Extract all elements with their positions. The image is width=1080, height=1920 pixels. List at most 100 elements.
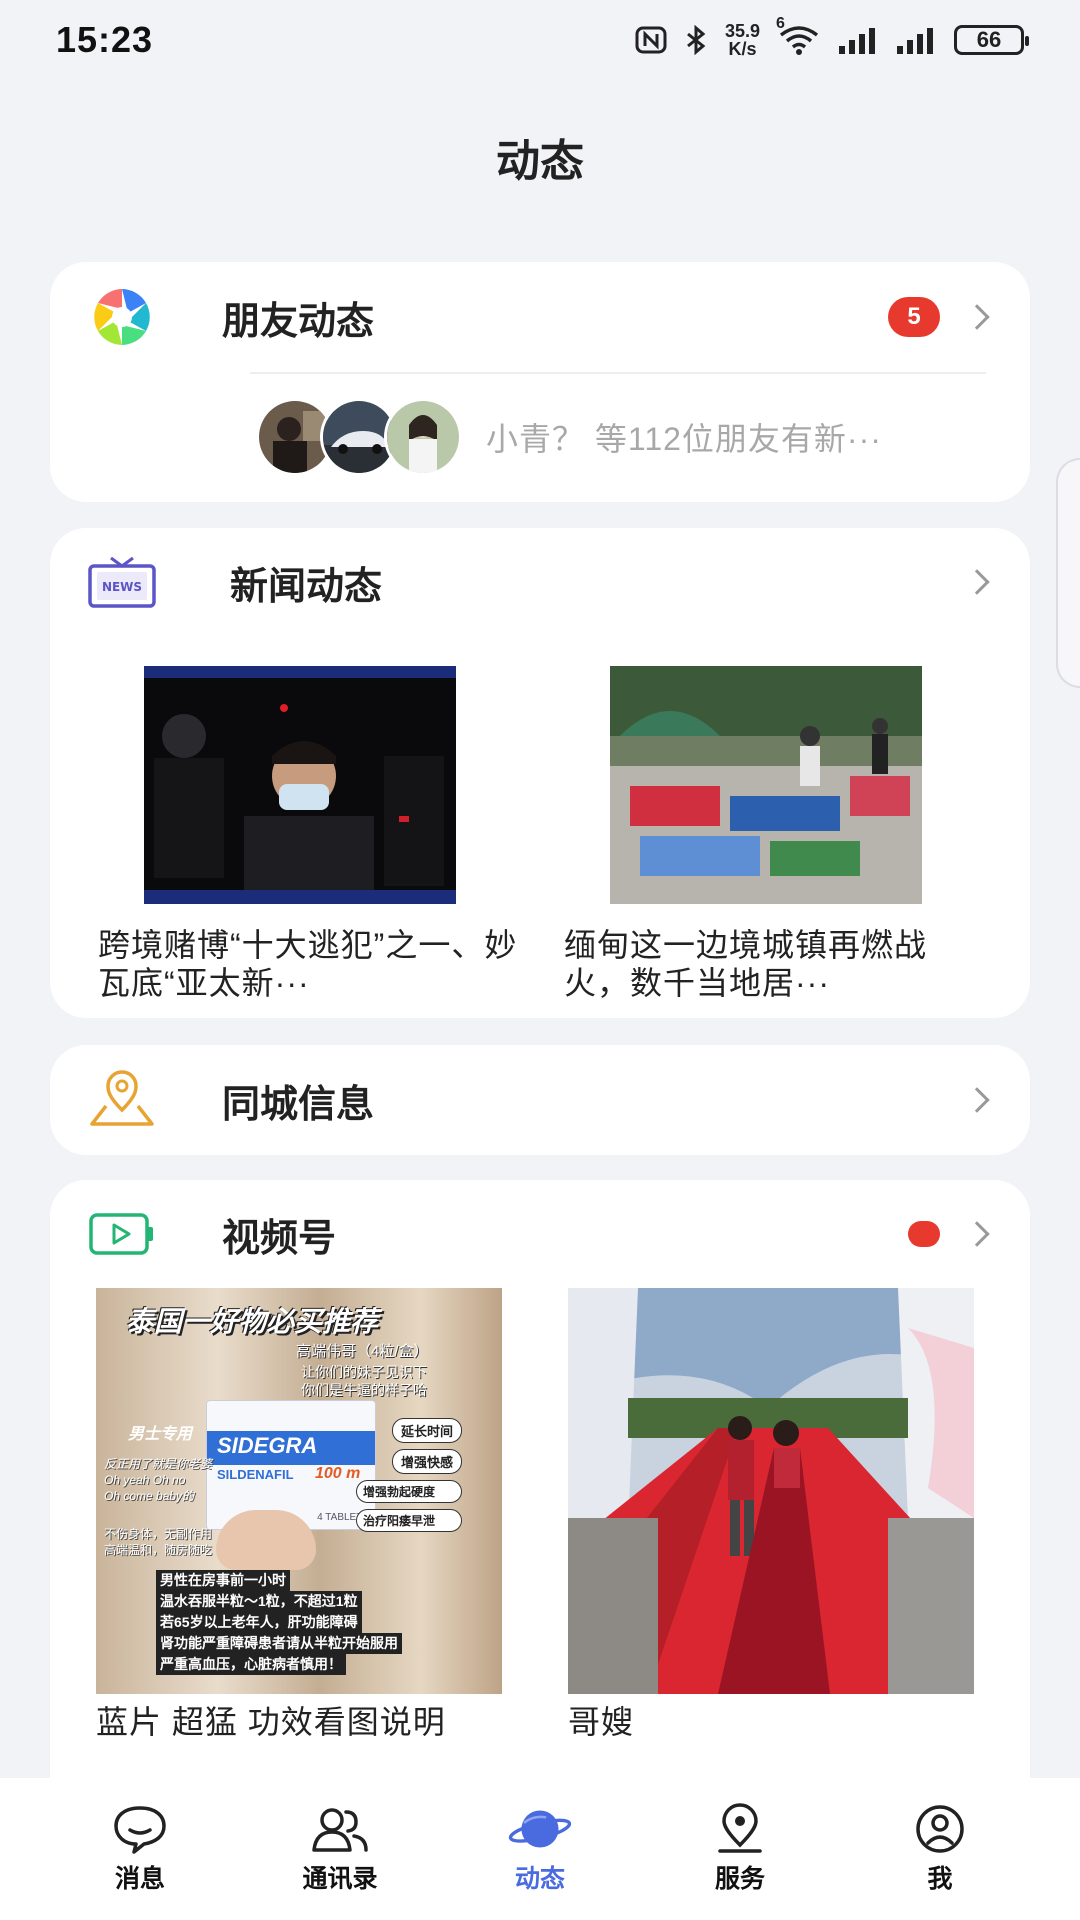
status-time: 15:23 <box>56 19 154 60</box>
tab-label: 消息 <box>114 1865 165 1893</box>
nfc-icon <box>635 26 667 54</box>
chevron-right-icon <box>964 304 990 330</box>
local-info-right <box>964 1087 994 1113</box>
chevron-right-icon <box>964 1087 990 1113</box>
news-title: 跨境赌博“十大逃犯”之一、妙瓦底“亚太新··· <box>98 927 518 1001</box>
instruction-line: 若65岁以上老年人，肝功能障碍 <box>156 1612 362 1633</box>
tab-label: 服务 <box>714 1865 765 1893</box>
video-thumbnail[interactable] <box>568 1288 974 1694</box>
instruction-line: 男性在房事前一小时 <box>156 1570 290 1591</box>
video-thumbnail[interactable]: 泰国一好物必买推荐 高端伟哥（4粒/盒） 让你们的妹子见识下 你们是牛逼的样子哈… <box>96 1288 502 1694</box>
tab-moments[interactable]: 动态 <box>460 1803 620 1895</box>
avatar <box>384 398 462 476</box>
news-title: 缅甸这一边境城镇再燃战火，数千当地居··· <box>564 927 928 1001</box>
news-right <box>964 569 994 595</box>
video-item[interactable]: 泰国一好物必买推荐 高端伟哥（4粒/盒） 让你们的妹子见识下 你们是牛逼的样子哈… <box>96 1288 502 1742</box>
local-info-label: 同城信息 <box>222 1083 375 1126</box>
friends-label: 朋友动态 <box>222 300 375 343</box>
thumb-subline: 让你们的妹子见识下 <box>301 1364 427 1380</box>
location-service-icon <box>708 1803 772 1855</box>
battery-indicator: 66 <box>954 25 1029 55</box>
chevron-right-icon <box>964 569 990 595</box>
video-title: 蓝片 超猛 功效看图说明 <box>96 1704 446 1740</box>
pill-tags: 延长时间 增强快感 增强勃起硬度 治疗阳痿早泄 <box>356 1418 463 1532</box>
instruction-line: 肾功能严重障碍患者请从半粒开始服用 <box>156 1633 402 1654</box>
pill-tag: 延长时间 <box>392 1418 463 1443</box>
svg-text:NEWS: NEWS <box>102 580 142 594</box>
tab-services[interactable]: 服务 <box>660 1803 820 1895</box>
thumb-side-line: 反正用了就是你老婆 <box>104 1457 213 1471</box>
status-bar: 15:23 35.9 K/s 6 66 <box>0 0 1080 80</box>
thumb-side-line: 不伤身体，无副作用 <box>104 1527 213 1541</box>
divider <box>250 372 986 374</box>
thumb-headline: 泰国一好物必买推荐 <box>126 1306 379 1337</box>
thumb-side-text: 反正用了就是你老婆 Oh yeah Oh no Oh come baby的 <box>104 1456 212 1504</box>
thumb-subline: 高端伟哥（4粒/盒） <box>296 1343 429 1360</box>
news-item[interactable]: 缅甸这一边境城镇再燃战火，数千当地居··· <box>564 666 1030 1002</box>
tab-messages[interactable]: 消息 <box>60 1803 220 1895</box>
contacts-icon <box>308 1803 372 1855</box>
local-info-card[interactable]: 同城信息 <box>50 1045 1030 1155</box>
hand-holding <box>216 1510 316 1570</box>
video-channel-card[interactable]: 视频号 泰国一好物必买推荐 高端伟哥（4粒/盒） 让你们的妹子见识下 你们是牛逼… <box>50 1180 1030 1820</box>
tab-label: 动态 <box>514 1865 565 1893</box>
network-speed: 35.9 K/s <box>725 22 760 58</box>
wifi-label: 6 <box>776 15 785 32</box>
red-dot-badge <box>908 1221 940 1247</box>
friend-update-text: 小青？ 等112位朋友有新··· <box>486 421 882 457</box>
signal-icon-2 <box>897 28 933 54</box>
status-icons: 35.9 K/s 6 66 <box>635 15 1029 58</box>
local-info-row[interactable]: 同城信息 <box>50 1045 1030 1155</box>
friend-updates[interactable]: 小青？ 等112位朋友有新··· <box>50 398 1030 476</box>
medicine-dose: 100 m <box>315 1465 361 1482</box>
pill-tag: 治疗阳痿早泄 <box>356 1509 463 1532</box>
tab-contacts[interactable]: 通讯录 <box>260 1803 420 1895</box>
thumb-tag: 男士专用 <box>128 1426 193 1443</box>
friends-right: 5 <box>888 297 994 337</box>
side-drag-handle[interactable] <box>1056 458 1080 688</box>
news-list: 跨境赌博“十大逃犯”之一、妙瓦底“亚太新··· 缅甸这一边境城镇再燃战火，数千当… <box>50 666 1030 1002</box>
instruction-line: 严重高血压，心脏病者慎用！ <box>156 1654 346 1675</box>
colorful-aperture-icon <box>82 277 162 357</box>
video-item[interactable]: 哥嫂 <box>568 1288 974 1742</box>
network-speed-unit: K/s <box>728 39 757 59</box>
news-thumbnail[interactable] <box>610 666 922 904</box>
news-thumbnail[interactable] <box>144 666 456 904</box>
medicine-generic: SILDENAFIL <box>217 1467 294 1482</box>
thumb-side-line: Oh yeah Oh no <box>104 1473 186 1487</box>
video-channel-icon <box>82 1194 162 1274</box>
video-channel-label: 视频号 <box>222 1217 337 1260</box>
bluetooth-icon <box>687 25 706 55</box>
friends-row[interactable]: 朋友动态 5 <box>50 262 1030 372</box>
planet-icon <box>508 1803 572 1855</box>
thumb-side-line: 高端温和，随房随吃 <box>104 1543 213 1557</box>
news-row[interactable]: NEWS 新闻动态 <box>50 528 1030 636</box>
tab-label: 通讯录 <box>302 1865 378 1893</box>
thumb-side-line: Oh come baby的 <box>104 1489 195 1503</box>
friends-card[interactable]: 朋友动态 5 小青？ 等112位朋友有新··· <box>50 262 1030 502</box>
network-speed-value: 35.9 <box>724 21 760 41</box>
page-title: 动态 <box>496 137 584 186</box>
news-card[interactable]: NEWS 新闻动态 跨境赌博“十大逃犯”之一、妙瓦底“亚太新··· 缅甸这一边境… <box>50 528 1030 1018</box>
wifi-status: 6 <box>776 15 820 55</box>
medicine-box: SIDEGRA SILDENAFIL 100 m 4 TABLETS <box>206 1400 376 1530</box>
news-label: 新闻动态 <box>230 565 383 608</box>
pill-tag: 增强快感 <box>392 1449 463 1474</box>
video-channel-right <box>908 1221 994 1247</box>
news-item[interactable]: 跨境赌博“十大逃犯”之一、妙瓦底“亚太新··· <box>98 666 564 1002</box>
pill-tag: 增强勃起硬度 <box>356 1480 463 1503</box>
location-pin-icon <box>82 1060 162 1140</box>
tab-label: 我 <box>927 1865 953 1893</box>
avatar-stack <box>256 398 462 476</box>
video-title: 哥嫂 <box>568 1704 635 1740</box>
thumb-subline: 你们是牛逼的样子哈 <box>301 1382 427 1398</box>
thumb-instructions: 男性在房事前一小时 温水吞服半粒～1粒，不超过1粒 若65岁以上老年人，肝功能障… <box>156 1570 402 1675</box>
tab-me[interactable]: 我 <box>860 1803 1020 1895</box>
video-list: 泰国一好物必买推荐 高端伟哥（4粒/盒） 让你们的妹子见识下 你们是牛逼的样子哈… <box>50 1288 1030 1742</box>
chevron-right-icon <box>964 1221 990 1247</box>
video-channel-row[interactable]: 视频号 <box>50 1180 1030 1288</box>
signal-icon <box>839 28 875 54</box>
notification-badge: 5 <box>888 297 940 337</box>
bottom-tab-bar: 消息 通讯录 动态 服务 我 <box>0 1778 1080 1920</box>
medicine-brand: SIDEGRA <box>217 1433 318 1458</box>
